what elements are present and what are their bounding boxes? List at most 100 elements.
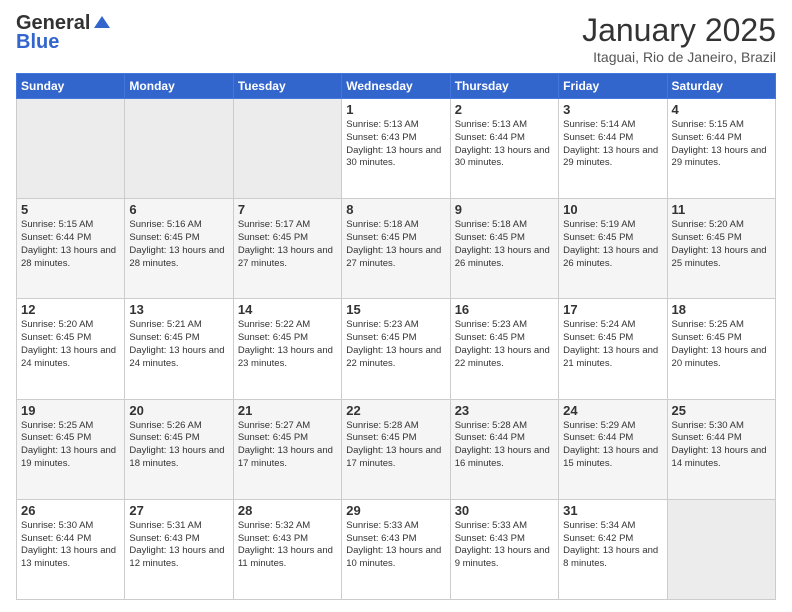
day-number: 27 [129, 503, 228, 518]
calendar-cell: 24 Sunrise: 5:29 AM Sunset: 6:44 PM Dayli… [559, 399, 667, 499]
calendar-cell: 8 Sunrise: 5:18 AM Sunset: 6:45 PM Daylig… [342, 199, 450, 299]
day-info: Sunrise: 5:32 AM Sunset: 6:43 PM Dayligh… [238, 520, 337, 571]
header: General Blue January 2025 Itaguai, Rio d… [16, 12, 776, 65]
calendar-cell: 22 Sunrise: 5:28 AM Sunset: 6:45 PM Dayli… [342, 399, 450, 499]
week-row-1: 1Sunrise: 5:13 AM Sunset: 6:43 PM Daylig… [17, 99, 776, 199]
calendar-cell: 12 Sunrise: 5:20 AM Sunset: 6:45 PM Dayli… [17, 299, 125, 399]
calendar-cell: 16 Sunrise: 5:23 AM Sunset: 6:45 PM Dayli… [450, 299, 558, 399]
day-info: Sunrise: 5:14 AM Sunset: 6:44 PM Dayligh… [563, 119, 662, 170]
day-number: 13 [129, 302, 228, 317]
day-info: Sunrise: 5:18 AM Sunset: 6:45 PM Dayligh… [346, 219, 445, 270]
calendar-cell: 17Sunrise: 5:24 AM Sunset: 6:45 PM Dayli… [559, 299, 667, 399]
day-info: Sunrise: 5:30 AM Sunset: 6:44 PM Dayligh… [672, 420, 771, 471]
day-info: Sunrise: 5:26 AM Sunset: 6:45 PM Dayligh… [129, 420, 228, 471]
col-header-sunday: Sunday [17, 74, 125, 99]
calendar-cell: 6 Sunrise: 5:16 AM Sunset: 6:45 PM Daylig… [125, 199, 233, 299]
week-row-3: 12 Sunrise: 5:20 AM Sunset: 6:45 PM Dayli… [17, 299, 776, 399]
day-number: 12 [21, 302, 120, 317]
day-number: 9 [455, 202, 554, 217]
day-info: Sunrise: 5:20 AM Sunset: 6:45 PM Dayligh… [672, 219, 771, 270]
day-info: Sunrise: 5:29 AM Sunset: 6:44 PM Dayligh… [563, 420, 662, 471]
day-info: Sunrise: 5:27 AM Sunset: 6:45 PM Dayligh… [238, 420, 337, 471]
day-info: Sunrise: 5:19 AM Sunset: 6:45 PM Dayligh… [563, 219, 662, 270]
day-number: 1 [346, 102, 445, 117]
week-row-4: 19Sunrise: 5:25 AM Sunset: 6:45 PM Dayli… [17, 399, 776, 499]
day-number: 25 [672, 403, 771, 418]
page: General Blue January 2025 Itaguai, Rio d… [0, 0, 792, 612]
calendar-cell: 25 Sunrise: 5:30 AM Sunset: 6:44 PM Dayli… [667, 399, 775, 499]
day-number: 24 [563, 403, 662, 418]
day-info: Sunrise: 5:28 AM Sunset: 6:45 PM Dayligh… [346, 420, 445, 471]
calendar-cell: 7 Sunrise: 5:17 AM Sunset: 6:45 PM Daylig… [233, 199, 341, 299]
day-number: 22 [346, 403, 445, 418]
calendar-cell: 15 Sunrise: 5:23 AM Sunset: 6:45 PM Dayli… [342, 299, 450, 399]
calendar-cell: 31Sunrise: 5:34 AM Sunset: 6:42 PM Dayli… [559, 499, 667, 599]
day-number: 5 [21, 202, 120, 217]
day-number: 15 [346, 302, 445, 317]
calendar-cell: 23Sunrise: 5:28 AM Sunset: 6:44 PM Dayli… [450, 399, 558, 499]
calendar-cell: 29 Sunrise: 5:33 AM Sunset: 6:43 PM Dayli… [342, 499, 450, 599]
col-header-friday: Friday [559, 74, 667, 99]
location: Itaguai, Rio de Janeiro, Brazil [582, 49, 776, 65]
day-number: 30 [455, 503, 554, 518]
day-info: Sunrise: 5:33 AM Sunset: 6:43 PM Dayligh… [346, 520, 445, 571]
day-number: 7 [238, 202, 337, 217]
day-number: 28 [238, 503, 337, 518]
day-number: 29 [346, 503, 445, 518]
day-info: Sunrise: 5:17 AM Sunset: 6:45 PM Dayligh… [238, 219, 337, 270]
day-number: 17 [563, 302, 662, 317]
day-info: Sunrise: 5:34 AM Sunset: 6:42 PM Dayligh… [563, 520, 662, 571]
day-info: Sunrise: 5:33 AM Sunset: 6:43 PM Dayligh… [455, 520, 554, 571]
week-row-2: 5 Sunrise: 5:15 AM Sunset: 6:44 PM Daylig… [17, 199, 776, 299]
day-info: Sunrise: 5:13 AM Sunset: 6:44 PM Dayligh… [455, 119, 554, 170]
day-info: Sunrise: 5:22 AM Sunset: 6:45 PM Dayligh… [238, 319, 337, 370]
day-number: 19 [21, 403, 120, 418]
logo-icon [92, 14, 112, 34]
day-number: 2 [455, 102, 554, 117]
calendar-cell: 18Sunrise: 5:25 AM Sunset: 6:45 PM Dayli… [667, 299, 775, 399]
calendar-cell: 4 Sunrise: 5:15 AM Sunset: 6:44 PM Daylig… [667, 99, 775, 199]
day-number: 11 [672, 202, 771, 217]
calendar-cell: 27Sunrise: 5:31 AM Sunset: 6:43 PM Dayli… [125, 499, 233, 599]
day-number: 3 [563, 102, 662, 117]
calendar-cell: 28 Sunrise: 5:32 AM Sunset: 6:43 PM Dayli… [233, 499, 341, 599]
calendar-cell: 19Sunrise: 5:25 AM Sunset: 6:45 PM Dayli… [17, 399, 125, 499]
calendar-cell: 1Sunrise: 5:13 AM Sunset: 6:43 PM Daylig… [342, 99, 450, 199]
calendar-cell: 21 Sunrise: 5:27 AM Sunset: 6:45 PM Dayli… [233, 399, 341, 499]
calendar-cell: 20 Sunrise: 5:26 AM Sunset: 6:45 PM Dayli… [125, 399, 233, 499]
col-header-tuesday: Tuesday [233, 74, 341, 99]
calendar-cell: 14Sunrise: 5:22 AM Sunset: 6:45 PM Dayli… [233, 299, 341, 399]
day-info: Sunrise: 5:15 AM Sunset: 6:44 PM Dayligh… [21, 219, 120, 270]
calendar-cell: 30 Sunrise: 5:33 AM Sunset: 6:43 PM Dayli… [450, 499, 558, 599]
calendar-cell: 9 Sunrise: 5:18 AM Sunset: 6:45 PM Daylig… [450, 199, 558, 299]
day-number: 10 [563, 202, 662, 217]
day-number: 16 [455, 302, 554, 317]
calendar-cell: 3 Sunrise: 5:14 AM Sunset: 6:44 PM Daylig… [559, 99, 667, 199]
week-row-5: 26 Sunrise: 5:30 AM Sunset: 6:44 PM Dayli… [17, 499, 776, 599]
day-info: Sunrise: 5:15 AM Sunset: 6:44 PM Dayligh… [672, 119, 771, 170]
calendar-cell: 10 Sunrise: 5:19 AM Sunset: 6:45 PM Dayli… [559, 199, 667, 299]
day-info: Sunrise: 5:16 AM Sunset: 6:45 PM Dayligh… [129, 219, 228, 270]
calendar-cell: 2 Sunrise: 5:13 AM Sunset: 6:44 PM Daylig… [450, 99, 558, 199]
day-info: Sunrise: 5:23 AM Sunset: 6:45 PM Dayligh… [455, 319, 554, 370]
day-info: Sunrise: 5:25 AM Sunset: 6:45 PM Dayligh… [672, 319, 771, 370]
calendar-cell: 13Sunrise: 5:21 AM Sunset: 6:45 PM Dayli… [125, 299, 233, 399]
col-header-monday: Monday [125, 74, 233, 99]
calendar-cell [17, 99, 125, 199]
calendar-cell: 5 Sunrise: 5:15 AM Sunset: 6:44 PM Daylig… [17, 199, 125, 299]
day-info: Sunrise: 5:23 AM Sunset: 6:45 PM Dayligh… [346, 319, 445, 370]
calendar-cell: 26 Sunrise: 5:30 AM Sunset: 6:44 PM Dayli… [17, 499, 125, 599]
day-number: 20 [129, 403, 228, 418]
day-number: 6 [129, 202, 228, 217]
title-block: January 2025 Itaguai, Rio de Janeiro, Br… [582, 12, 776, 65]
logo-blue: Blue [16, 31, 59, 54]
day-number: 21 [238, 403, 337, 418]
calendar-cell [667, 499, 775, 599]
day-info: Sunrise: 5:20 AM Sunset: 6:45 PM Dayligh… [21, 319, 120, 370]
day-number: 8 [346, 202, 445, 217]
day-number: 4 [672, 102, 771, 117]
day-info: Sunrise: 5:30 AM Sunset: 6:44 PM Dayligh… [21, 520, 120, 571]
calendar-table: SundayMondayTuesdayWednesdayThursdayFrid… [16, 73, 776, 600]
day-number: 26 [21, 503, 120, 518]
day-info: Sunrise: 5:18 AM Sunset: 6:45 PM Dayligh… [455, 219, 554, 270]
